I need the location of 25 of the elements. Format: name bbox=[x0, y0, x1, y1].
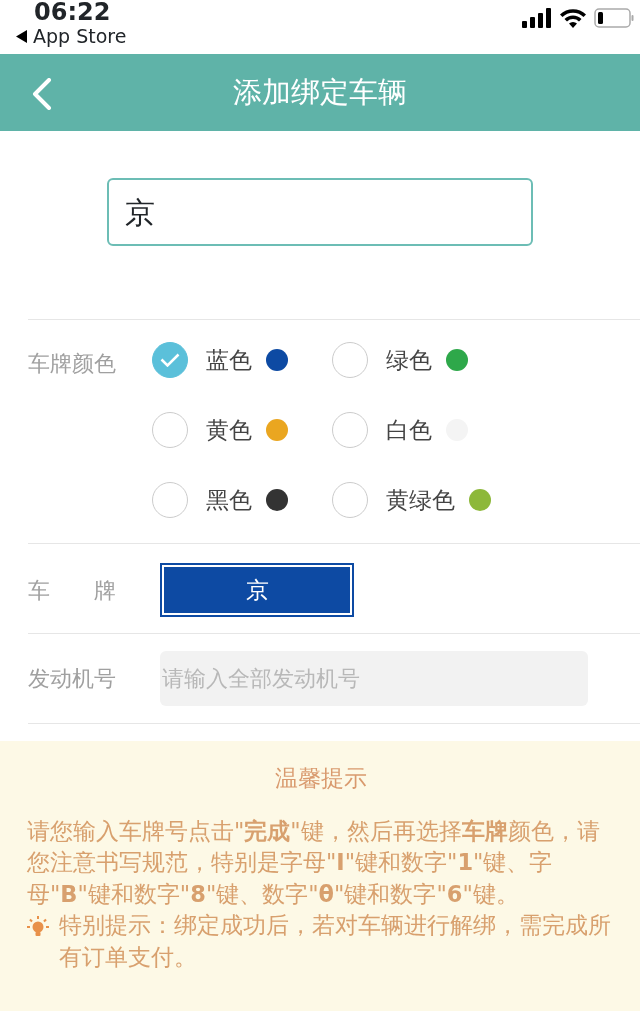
color-option-label: 黄绿色 bbox=[386, 485, 455, 515]
back-chevron-icon[interactable] bbox=[32, 78, 52, 110]
color-option-label: 蓝色 bbox=[206, 345, 252, 375]
page-title: 添加绑定车辆 bbox=[233, 73, 407, 111]
color-option-label: 黑色 bbox=[206, 485, 252, 515]
tips-title: 温馨提示 bbox=[273, 764, 368, 793]
color-option-label: 黄色 bbox=[206, 415, 252, 445]
notice-text: 特别提示：绑定成功后，若对车辆进行解绑，需完成所有订单支付。 bbox=[59, 911, 612, 972]
wifi-icon bbox=[560, 8, 586, 28]
radio-button[interactable] bbox=[152, 342, 188, 378]
plate-number-field[interactable]: 京 bbox=[107, 178, 533, 246]
field-label: 发动机号 bbox=[28, 665, 117, 693]
tips-text: 请您输入车牌号点击"完成"键，然后再选择车牌颜色，请您注意书写规范，特别是字母"I"键和数字"1"键、字母"B"键和数字"8"键、数字"θ"键和数字"6"键。 bbox=[27, 816, 601, 909]
field-label: 车 牌 bbox=[28, 576, 117, 605]
color-option-label: 绿色 bbox=[386, 345, 432, 375]
back-triangle-icon[interactable] bbox=[16, 30, 27, 43]
status-time: 06:22 bbox=[34, 0, 111, 24]
engine-number-field[interactable]: 请输入全部发动机号 bbox=[160, 651, 588, 706]
license-plate: 京 bbox=[160, 563, 354, 617]
battery-icon bbox=[594, 8, 634, 28]
signal-icon bbox=[522, 8, 552, 28]
check-icon bbox=[160, 353, 180, 367]
field-label: 车牌颜色 bbox=[28, 350, 117, 378]
color-option-label: 白色 bbox=[386, 415, 432, 445]
back-to-app-link[interactable]: App Store bbox=[33, 27, 127, 46]
